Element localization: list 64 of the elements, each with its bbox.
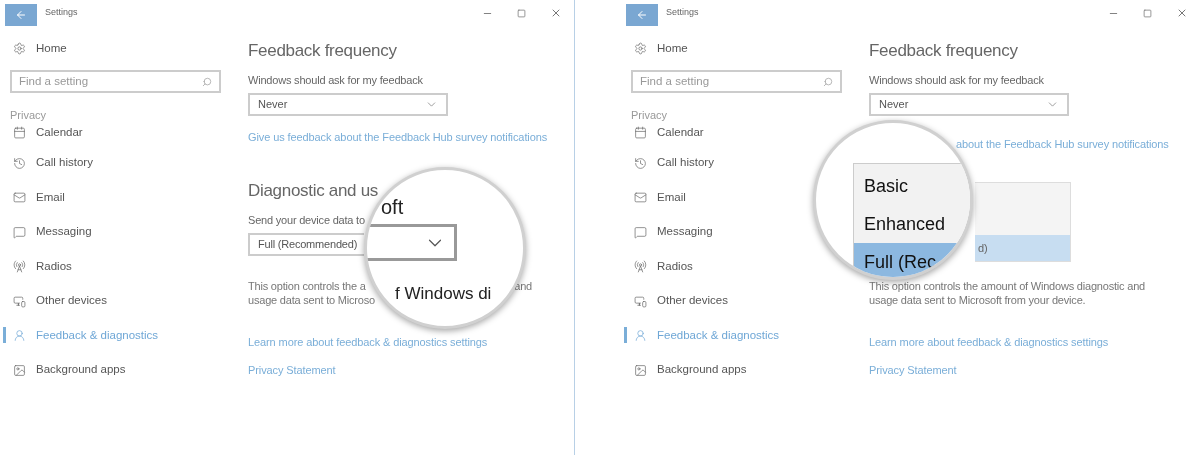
field-label: Windows should ask for my feedback bbox=[869, 74, 1044, 87]
back-button[interactable] bbox=[626, 3, 658, 26]
person-icon bbox=[634, 329, 647, 342]
nav-item[interactable]: Email bbox=[634, 180, 686, 215]
section-heading: Feedback frequency bbox=[869, 41, 1018, 61]
section-label: Privacy bbox=[10, 108, 47, 124]
devices-icon bbox=[634, 294, 647, 308]
home-nav-item[interactable]: Home bbox=[634, 40, 688, 58]
history-icon bbox=[13, 156, 26, 170]
antenna-icon bbox=[634, 260, 647, 273]
mail-icon bbox=[634, 191, 647, 204]
nav-item[interactable]: Messaging bbox=[13, 214, 92, 250]
description-text: This option controls the a bbox=[248, 279, 366, 293]
dropdown[interactable]: Full (Recommended) bbox=[248, 233, 364, 256]
nav-item[interactable]: Radios bbox=[13, 249, 72, 284]
field-label: Send your device data to bbox=[248, 214, 365, 227]
gear-icon bbox=[13, 42, 26, 56]
mail-icon bbox=[13, 191, 26, 204]
speech-bubble-icon bbox=[634, 225, 647, 239]
nav-item[interactable]: Other devices bbox=[13, 283, 107, 319]
maximize-icon[interactable] bbox=[517, 8, 526, 18]
section-heading: Feedback frequency bbox=[248, 41, 397, 61]
picture-frame-icon bbox=[13, 363, 26, 377]
magnified-text: f Windows di bbox=[395, 284, 492, 304]
person-icon bbox=[13, 329, 26, 342]
description-text: This option controls the amount of Windows diagnostic and usage data sent to Microsoft from your device. bbox=[869, 279, 1145, 307]
back-button[interactable] bbox=[5, 3, 37, 26]
window-title: Settings bbox=[45, 6, 78, 20]
section-heading: Diagnostic and us bbox=[248, 181, 379, 201]
selection-indicator bbox=[3, 327, 6, 344]
window-title: Settings bbox=[666, 6, 699, 20]
search-icon bbox=[202, 76, 212, 87]
maximize-icon[interactable] bbox=[1143, 8, 1152, 18]
back-arrow-icon bbox=[636, 8, 648, 21]
nav-item[interactable]: Other devices bbox=[634, 283, 728, 319]
description-text: and bbox=[514, 279, 532, 293]
antenna-icon bbox=[13, 260, 26, 273]
dropdown[interactable]: Never bbox=[248, 93, 448, 116]
nav-item[interactable]: Messaging bbox=[634, 214, 713, 250]
section-label: Privacy bbox=[631, 108, 668, 124]
nav-item[interactable]: Email bbox=[13, 180, 65, 215]
back-arrow-icon bbox=[15, 8, 27, 21]
nav-item[interactable]: Background apps bbox=[634, 352, 747, 388]
picture-frame-icon bbox=[634, 363, 647, 377]
nav-item[interactable]: Call history bbox=[634, 145, 714, 181]
close-icon[interactable] bbox=[550, 7, 562, 19]
search-icon bbox=[823, 76, 833, 87]
calendar-icon bbox=[13, 126, 26, 140]
selection-indicator bbox=[624, 327, 627, 344]
nav-item[interactable]: Radios bbox=[634, 249, 693, 284]
nav-item[interactable]: Background apps bbox=[13, 352, 126, 388]
close-icon[interactable] bbox=[1176, 7, 1188, 19]
devices-icon bbox=[13, 294, 26, 308]
magnified-text: oft bbox=[381, 195, 404, 220]
description-text: usage data sent to Microso bbox=[248, 293, 375, 307]
speech-bubble-icon bbox=[13, 225, 26, 239]
dropdown[interactable]: Never bbox=[869, 93, 1069, 116]
history-icon bbox=[634, 156, 647, 170]
dropdown-option[interactable]: d) bbox=[975, 235, 1070, 261]
field-label: Windows should ask for my feedback bbox=[248, 74, 423, 87]
gear-icon bbox=[634, 42, 647, 56]
calendar-icon bbox=[634, 126, 647, 140]
home-nav-item[interactable]: Home bbox=[13, 40, 67, 58]
nav-item[interactable]: Call history bbox=[13, 145, 93, 181]
